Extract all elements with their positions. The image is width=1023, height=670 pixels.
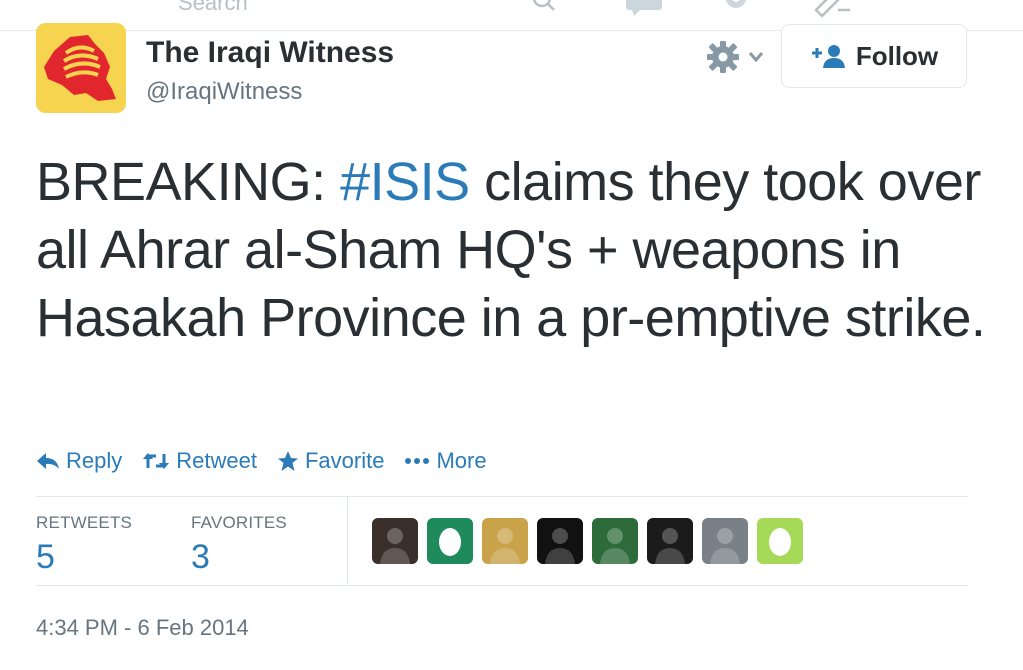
user-photo-icon bbox=[655, 528, 685, 564]
add-user-icon bbox=[811, 45, 845, 68]
stats-divider-top bbox=[36, 496, 968, 497]
favoriter-avatar[interactable] bbox=[592, 518, 638, 564]
author-handle[interactable]: @IraqiWitness bbox=[146, 78, 302, 106]
user-photo-icon bbox=[490, 528, 520, 564]
more-button[interactable]: More bbox=[404, 448, 487, 474]
user-actions-dropdown[interactable] bbox=[706, 40, 766, 74]
tweet-timestamp[interactable]: 4:34 PM - 6 Feb 2014 bbox=[36, 615, 249, 641]
stats-separator bbox=[347, 497, 348, 585]
user-photo-icon bbox=[545, 528, 575, 564]
tweet-text: BREAKING: #ISIS claims they took over al… bbox=[36, 148, 996, 352]
settings-icon[interactable] bbox=[716, 0, 756, 18]
search-label[interactable]: Search bbox=[178, 0, 248, 16]
search-icon[interactable] bbox=[530, 0, 560, 16]
more-label: More bbox=[436, 448, 487, 473]
favorite-button[interactable]: Favorite bbox=[277, 448, 384, 474]
favoriter-avatar[interactable] bbox=[702, 518, 748, 564]
retweets-count[interactable]: 5 bbox=[36, 538, 55, 577]
follow-button[interactable]: Follow bbox=[781, 24, 967, 88]
favoriters-avatars bbox=[372, 518, 803, 564]
egg-icon bbox=[769, 528, 791, 556]
iraq-map-logo-icon bbox=[36, 23, 126, 113]
favorites-label: FAVORITES bbox=[191, 513, 287, 532]
user-photo-icon bbox=[710, 528, 740, 564]
reply-icon bbox=[37, 453, 59, 469]
user-photo-icon bbox=[380, 528, 410, 564]
stats-divider-bottom bbox=[36, 585, 968, 586]
retweet-icon bbox=[143, 453, 170, 469]
retweet-button[interactable]: Retweet bbox=[142, 448, 257, 474]
tweet-text-prefix: BREAKING: bbox=[36, 152, 341, 212]
compose-icon[interactable] bbox=[812, 0, 852, 18]
favoriter-avatar[interactable] bbox=[537, 518, 583, 564]
messages-icon[interactable] bbox=[624, 0, 666, 20]
favorite-label: Favorite bbox=[304, 448, 385, 473]
egg-icon bbox=[439, 528, 461, 556]
favoriter-avatar[interactable] bbox=[757, 518, 803, 564]
favorites-count[interactable]: 3 bbox=[191, 538, 210, 577]
star-icon bbox=[277, 451, 298, 471]
hashtag-link[interactable]: #ISIS bbox=[340, 152, 470, 212]
retweet-label: Retweet bbox=[176, 448, 257, 473]
follow-button-label: Follow bbox=[855, 40, 939, 71]
reply-button[interactable]: Reply bbox=[36, 448, 122, 474]
favoriter-avatar[interactable] bbox=[427, 518, 473, 564]
favoriter-avatar[interactable] bbox=[647, 518, 693, 564]
gear-icon bbox=[707, 41, 764, 73]
favoriter-avatar[interactable] bbox=[482, 518, 528, 564]
retweets-label: RETWEETS bbox=[36, 513, 133, 532]
user-photo-icon bbox=[600, 528, 630, 564]
reply-label: Reply bbox=[66, 448, 123, 473]
tweet-actions: Reply Retweet Favorite More bbox=[36, 446, 507, 476]
author-avatar[interactable] bbox=[36, 23, 126, 113]
author-name[interactable]: The Iraqi Witness bbox=[146, 36, 394, 70]
more-dots-icon bbox=[405, 458, 430, 464]
favoriter-avatar[interactable] bbox=[372, 518, 418, 564]
